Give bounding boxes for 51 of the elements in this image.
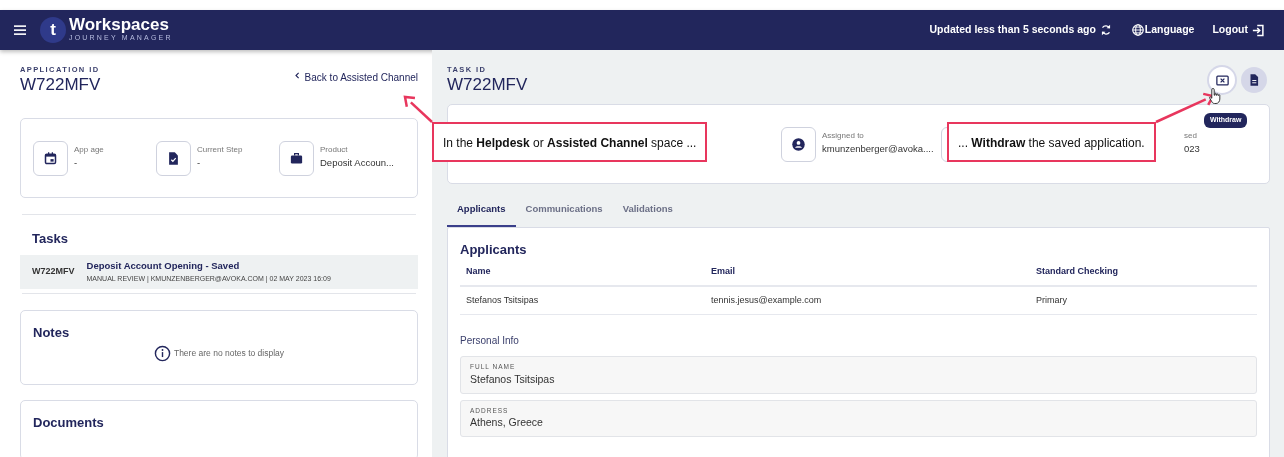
application-id: W722MFV: [20, 75, 101, 96]
chevron-left-icon: [292, 70, 302, 81]
logout-button[interactable]: Logout: [1212, 22, 1266, 38]
language-button[interactable]: Language: [1130, 22, 1195, 38]
table-cell-text: Primary: [1036, 293, 1067, 307]
empty-message: There are no notes to display: [173, 347, 285, 361]
stat-value: Deposit Accoun...: [320, 155, 394, 170]
field-value: Athens, Greece: [470, 415, 544, 431]
tab[interactable]: Communications: [515, 196, 613, 227]
section-title: Documents: [33, 413, 105, 432]
subsection-title: Personal Info: [460, 334, 520, 348]
brand-name: Workspaces: [69, 16, 170, 34]
globe-icon: [1130, 23, 1145, 37]
callout-box: ... Withdraw the saved application.: [947, 122, 1156, 162]
task-id: W722MFV: [447, 75, 528, 96]
stat-value: -: [197, 155, 202, 170]
stat-label: sed: [1184, 129, 1198, 142]
section-title: Applicants: [460, 240, 528, 259]
briefcase-icon: [289, 150, 304, 166]
logo-circle: t: [40, 17, 66, 43]
stat-label: Current Step: [197, 143, 243, 156]
stat-label: App age: [74, 143, 104, 156]
callout-box: In the Helpdesk or Assisted Channel space ...: [432, 122, 708, 162]
column-header: Name: [466, 265, 492, 279]
task-id: W722MFV: [32, 265, 75, 278]
back-link[interactable]: Back to Assisted Channel: [292, 70, 418, 83]
task-title: Deposit Account Opening - Saved: [86, 259, 241, 274]
tab[interactable]: Validations: [612, 196, 683, 227]
column-header: Email: [711, 265, 736, 279]
document-check-icon: [166, 150, 181, 166]
stat-value: -: [74, 155, 79, 170]
table-cell-text: Stefanos Tsitsipas: [466, 293, 540, 307]
stat-value: 023: [1184, 141, 1200, 156]
field-value: Stefanos Tsitsipas: [470, 371, 556, 387]
user-circle-icon: [791, 136, 806, 152]
update-status: Updated less than 5 seconds ago: [929, 22, 1096, 38]
calendar-icon: [43, 150, 58, 166]
stat-value: kmunzenberger@avoka....: [822, 141, 934, 156]
section-title: Tasks: [31, 230, 69, 249]
column-header: Standard Checking: [1036, 265, 1118, 279]
document-button[interactable]: [1241, 67, 1267, 93]
stat-label: Product: [320, 143, 349, 156]
logout-icon: [1251, 22, 1266, 38]
menu-icon[interactable]: [12, 22, 28, 38]
table-cell-text: tennis.jesus@example.com: [711, 293, 823, 307]
info-icon: [153, 345, 171, 363]
withdraw-button[interactable]: [1209, 67, 1235, 93]
close-box-icon: [1214, 72, 1230, 88]
section-title: Notes: [33, 323, 71, 342]
callout-arrow: [403, 95, 433, 123]
stat-label: Assigned to: [822, 129, 865, 142]
